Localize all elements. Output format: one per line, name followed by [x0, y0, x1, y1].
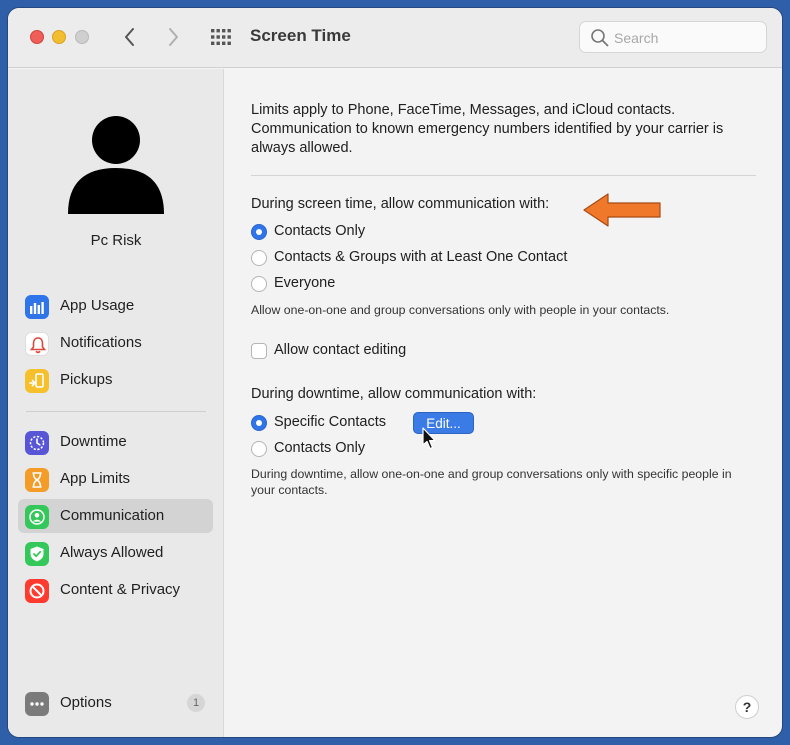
grid-icon: [211, 29, 231, 45]
mouse-cursor-icon: [422, 427, 436, 450]
sidebar-item-label: Always Allowed: [60, 544, 164, 561]
sidebar-item-app-usage[interactable]: App Usage: [18, 289, 213, 323]
screen-time-note: Allow one-on-one and group conversations…: [251, 303, 670, 317]
radio-label: Contacts & Groups with at Least One Cont…: [274, 249, 568, 265]
sidebar-item-pickups[interactable]: Pickups: [18, 363, 213, 397]
limits-description: Limits apply to Phone, FaceTime, Message…: [251, 102, 724, 156]
radio-label: Contacts Only: [274, 440, 366, 456]
sidebar-item-notifications[interactable]: Notifications: [18, 326, 213, 360]
chevron-right-icon: [169, 28, 178, 46]
sidebar-item-communication[interactable]: Communication: [18, 499, 213, 533]
sidebar-item-downtime[interactable]: Downtime: [18, 425, 213, 459]
pickups-icon: [25, 369, 49, 393]
section-divider: [251, 175, 756, 176]
radio-button[interactable]: [251, 224, 267, 240]
sidebar-item-label: App Limits: [60, 470, 131, 487]
radio-button[interactable]: [251, 250, 267, 266]
radio-label: Contacts Only: [274, 223, 366, 239]
user-name: Pc Risk: [90, 232, 142, 249]
user-avatar[interactable]: [66, 110, 166, 214]
contact-editing-checkbox[interactable]: [251, 343, 267, 359]
sidebar-item-always-allowed[interactable]: Always Allowed: [18, 536, 213, 570]
sidebar-item-label: Pickups: [60, 371, 113, 388]
options-count-badge: 1: [187, 694, 205, 712]
radio-button[interactable]: [251, 276, 267, 292]
sidebar-item-label: Downtime: [60, 433, 127, 450]
person-silhouette-icon: [68, 116, 164, 214]
annotation-arrow-icon: [583, 193, 661, 227]
sidebar-item-label: Communication: [60, 507, 165, 524]
downtime-icon: [25, 431, 49, 455]
window-title: Screen Time: [250, 26, 351, 45]
search-input[interactable]: [614, 28, 759, 48]
radio-button[interactable]: [251, 441, 267, 457]
system-preferences-window: Screen Time Pc Risk App Usage: [8, 8, 782, 737]
sidebar: Pc Risk App Usage Notifications Pickups: [8, 69, 224, 737]
sidebar-item-content-privacy[interactable]: Content & Privacy: [18, 573, 213, 607]
downtime-note: During downtime, allow one-on-one and gr…: [251, 467, 732, 497]
radio-label: Specific Contacts: [274, 414, 387, 430]
minimize-window-button[interactable]: [52, 30, 66, 44]
search-icon: [591, 29, 609, 47]
app-limits-icon: [25, 468, 49, 492]
sidebar-item-options[interactable]: Options 1: [18, 686, 213, 720]
communication-icon: [25, 505, 49, 529]
content-privacy-icon: [25, 579, 49, 603]
back-button[interactable]: [120, 25, 140, 49]
title-bar: Screen Time: [8, 8, 782, 68]
sidebar-item-label: Notifications: [60, 334, 142, 351]
sidebar-item-app-limits[interactable]: App Limits: [18, 462, 213, 496]
checkbox-label: Allow contact editing: [274, 342, 407, 358]
notifications-icon: [25, 332, 49, 356]
app-usage-icon: [25, 295, 49, 319]
chevron-left-icon: [125, 28, 134, 46]
radio-button[interactable]: [251, 415, 267, 431]
sidebar-item-label: Options: [60, 694, 112, 711]
always-allowed-icon: [25, 542, 49, 566]
ellipsis-icon: [25, 692, 49, 716]
sidebar-item-label: Content & Privacy: [60, 581, 181, 598]
show-all-button[interactable]: [210, 28, 232, 46]
sidebar-divider: [26, 411, 206, 412]
search-field[interactable]: [579, 21, 767, 53]
close-window-button[interactable]: [30, 30, 44, 44]
communication-pane: Limits apply to Phone, FaceTime, Message…: [225, 69, 782, 737]
help-button[interactable]: ?: [735, 695, 759, 719]
forward-button[interactable]: [163, 25, 183, 49]
zoom-window-button[interactable]: [75, 30, 89, 44]
screen-time-heading: During screen time, allow communication …: [251, 196, 550, 212]
downtime-heading: During downtime, allow communication wit…: [251, 386, 537, 402]
sidebar-item-label: App Usage: [60, 297, 135, 314]
radio-label: Everyone: [274, 275, 336, 291]
